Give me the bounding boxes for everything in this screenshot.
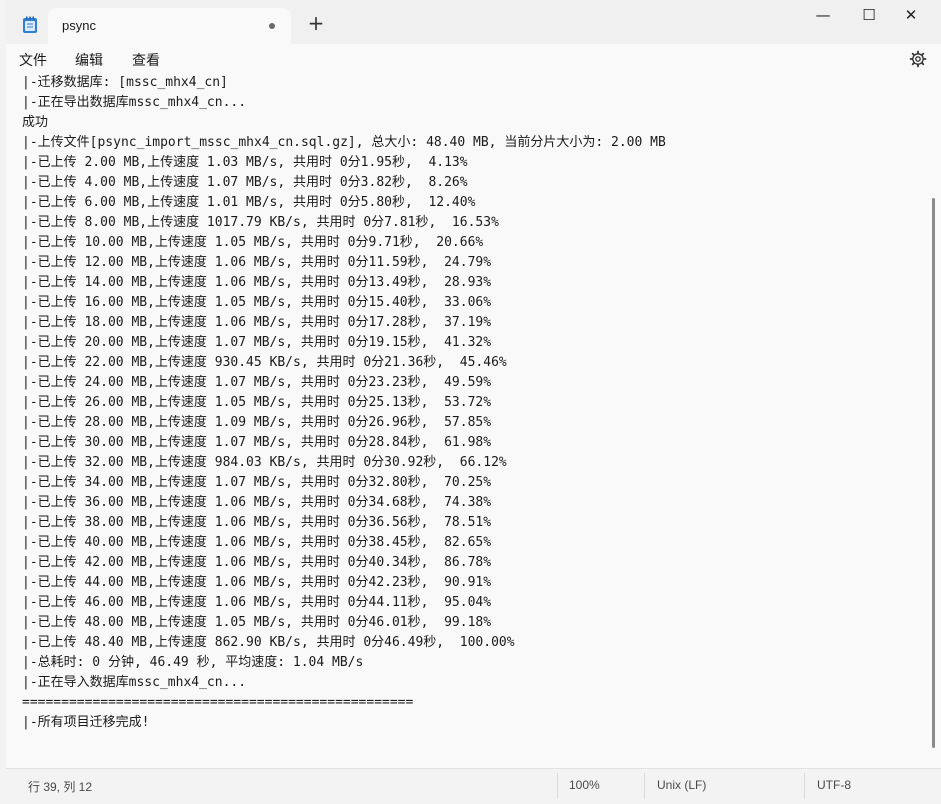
unsaved-dot-icon[interactable] bbox=[269, 23, 275, 29]
text-line: |-上传文件[psync_import_mssc_mhx4_cn.sql.gz]… bbox=[22, 135, 666, 150]
vertical-scrollbar[interactable] bbox=[928, 74, 941, 766]
status-divider bbox=[644, 773, 645, 799]
text-line: |-正在导入数据库mssc_mhx4_cn... bbox=[22, 675, 247, 690]
text-line: |-已上传 14.00 MB,上传速度 1.06 MB/s, 共用时 0分13.… bbox=[22, 275, 492, 290]
text-line: |-所有项目迁移完成! bbox=[22, 715, 150, 730]
menu-view[interactable]: 查看 bbox=[132, 50, 160, 70]
text-editor[interactable]: |-迁移数据库: [mssc_mhx4_cn] |-正在导出数据库mssc_mhx… bbox=[6, 74, 928, 766]
text-line: |-已上传 6.00 MB,上传速度 1.01 MB/s, 共用时 0分5.80… bbox=[22, 195, 476, 210]
notepad-app-icon bbox=[23, 16, 37, 33]
text-line: |-已上传 24.00 MB,上传速度 1.07 MB/s, 共用时 0分23.… bbox=[22, 375, 492, 390]
status-divider bbox=[557, 773, 558, 799]
text-line: ========================================… bbox=[22, 695, 414, 710]
text-line: |-已上传 20.00 MB,上传速度 1.07 MB/s, 共用时 0分19.… bbox=[22, 335, 492, 350]
editor-text: |-迁移数据库: [mssc_mhx4_cn] |-正在导出数据库mssc_mhx… bbox=[22, 74, 666, 733]
text-line: |-已上传 34.00 MB,上传速度 1.07 MB/s, 共用时 0分32.… bbox=[22, 475, 492, 490]
encoding[interactable]: UTF-8 bbox=[817, 778, 851, 792]
text-line: |-已上传 44.00 MB,上传速度 1.06 MB/s, 共用时 0分42.… bbox=[22, 575, 492, 590]
text-line: |-已上传 30.00 MB,上传速度 1.07 MB/s, 共用时 0分28.… bbox=[22, 435, 492, 450]
minimize-button[interactable]: — bbox=[800, 0, 846, 32]
text-line: |-已上传 40.00 MB,上传速度 1.06 MB/s, 共用时 0分38.… bbox=[22, 535, 492, 550]
text-line: |-已上传 4.00 MB,上传速度 1.07 MB/s, 共用时 0分3.82… bbox=[22, 175, 468, 190]
maximize-button[interactable]: ☐ bbox=[846, 0, 892, 32]
title-bar[interactable]: psync + — ☐ ✕ bbox=[6, 0, 941, 44]
text-line: |-已上传 36.00 MB,上传速度 1.06 MB/s, 共用时 0分34.… bbox=[22, 495, 492, 510]
text-line: |-已上传 8.00 MB,上传速度 1017.79 KB/s, 共用时 0分7… bbox=[22, 215, 499, 230]
tab-psync[interactable]: psync bbox=[48, 8, 291, 44]
status-divider bbox=[804, 773, 805, 799]
text-line: 成功 bbox=[22, 115, 49, 130]
text-line: |-已上传 16.00 MB,上传速度 1.05 MB/s, 共用时 0分15.… bbox=[22, 295, 492, 310]
menu-bar: 文件 编辑 查看 bbox=[6, 44, 941, 74]
text-line: |-已上传 2.00 MB,上传速度 1.03 MB/s, 共用时 0分1.95… bbox=[22, 155, 468, 170]
menu-edit[interactable]: 编辑 bbox=[75, 50, 103, 70]
tab-title: psync bbox=[62, 18, 96, 33]
cursor-position: 行 39, 列 12 bbox=[28, 780, 93, 794]
status-bar: 行 39, 列 12 100% Unix (LF) UTF-8 bbox=[6, 768, 941, 804]
text-line: |-已上传 48.40 MB,上传速度 862.90 KB/s, 共用时 0分4… bbox=[22, 635, 515, 650]
text-line: |-已上传 22.00 MB,上传速度 930.45 KB/s, 共用时 0分2… bbox=[22, 355, 507, 370]
text-line: |-已上传 26.00 MB,上传速度 1.05 MB/s, 共用时 0分25.… bbox=[22, 395, 492, 410]
text-line: |-已上传 42.00 MB,上传速度 1.06 MB/s, 共用时 0分40.… bbox=[22, 555, 492, 570]
close-button[interactable]: ✕ bbox=[888, 0, 934, 32]
text-line: |-已上传 48.00 MB,上传速度 1.05 MB/s, 共用时 0分46.… bbox=[22, 615, 492, 630]
text-line: |-已上传 10.00 MB,上传速度 1.05 MB/s, 共用时 0分9.7… bbox=[22, 235, 484, 250]
menu-file[interactable]: 文件 bbox=[19, 50, 47, 70]
text-line: |-正在导出数据库mssc_mhx4_cn... bbox=[22, 95, 247, 110]
settings-gear-icon[interactable] bbox=[909, 50, 927, 68]
text-line: |-已上传 12.00 MB,上传速度 1.06 MB/s, 共用时 0分11.… bbox=[22, 255, 492, 270]
line-ending[interactable]: Unix (LF) bbox=[657, 778, 706, 792]
text-line: |-已上传 38.00 MB,上传速度 1.06 MB/s, 共用时 0分36.… bbox=[22, 515, 492, 530]
new-tab-button[interactable]: + bbox=[304, 12, 328, 36]
text-line: |-迁移数据库: [mssc_mhx4_cn] bbox=[22, 75, 228, 90]
zoom-level[interactable]: 100% bbox=[569, 778, 600, 792]
text-line: |-已上传 18.00 MB,上传速度 1.06 MB/s, 共用时 0分17.… bbox=[22, 315, 492, 330]
text-line: |-已上传 32.00 MB,上传速度 984.03 KB/s, 共用时 0分3… bbox=[22, 455, 507, 470]
scrollbar-thumb[interactable] bbox=[932, 198, 935, 748]
text-line: |-总耗时: 0 分钟, 46.49 秒, 平均速度: 1.04 MB/s bbox=[22, 655, 364, 670]
notepad-window: psync + — ☐ ✕ 文件 编辑 查看 |-迁移数据库: [mssc_mh… bbox=[6, 0, 941, 804]
text-line: |-已上传 28.00 MB,上传速度 1.09 MB/s, 共用时 0分26.… bbox=[22, 415, 492, 430]
text-line: |-已上传 46.00 MB,上传速度 1.06 MB/s, 共用时 0分44.… bbox=[22, 595, 492, 610]
